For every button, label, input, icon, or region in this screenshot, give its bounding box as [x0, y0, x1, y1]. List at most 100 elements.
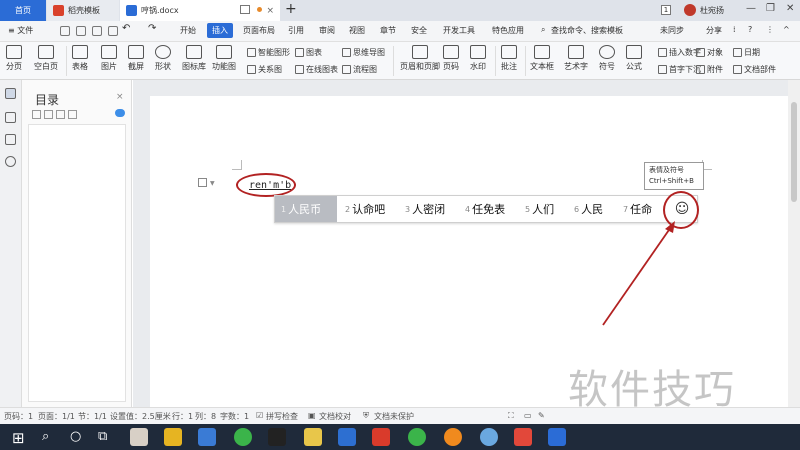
browser-icon[interactable] — [234, 428, 252, 446]
object-button[interactable]: 对象 — [696, 47, 723, 58]
status-words[interactable]: 字数：1 — [220, 411, 249, 422]
icon-library-button[interactable]: 图标库 — [182, 45, 206, 72]
drop-cap-button[interactable]: 首字下沉 — [658, 64, 701, 75]
menu-page-layout[interactable]: 页面布局 — [243, 25, 275, 36]
sync-status[interactable]: 未同步 — [660, 25, 684, 36]
chevron-down-icon[interactable]: ▼ — [210, 180, 215, 187]
status-row[interactable]: 行：1 — [172, 411, 193, 422]
app-icon[interactable] — [444, 428, 462, 446]
status-position[interactable]: 设置值：2.5厘米 — [110, 411, 171, 422]
print-icon[interactable] — [92, 26, 102, 36]
menu-security[interactable]: 安全 — [411, 25, 427, 36]
close-icon[interactable]: × — [116, 92, 124, 102]
edit-icon[interactable]: ✎ — [538, 411, 545, 420]
minimize-icon[interactable]: — — [746, 3, 756, 14]
date-button[interactable]: 日期 — [733, 47, 760, 58]
symbol-button[interactable]: 符号 — [599, 45, 615, 72]
collapse-ribbon-icon[interactable]: ^ — [783, 25, 790, 34]
status-section[interactable]: 节：1/1 — [78, 411, 107, 422]
formula-button[interactable]: 公式 — [626, 45, 642, 72]
status-proof[interactable]: 文档校对 — [319, 411, 351, 422]
user-name[interactable]: 杜宛扬 — [700, 5, 724, 16]
app-icon[interactable] — [514, 428, 532, 446]
candidate-item[interactable]: 2 认命吧 — [345, 196, 385, 222]
candidate-item[interactable]: 1 人民币 — [275, 196, 337, 222]
attachment-button[interactable]: 附件 — [696, 64, 723, 75]
share-button[interactable]: 分享 — [706, 25, 722, 36]
window-count-badge[interactable]: 1 — [661, 5, 671, 15]
screenshot-button[interactable]: 截屏 — [128, 45, 144, 72]
undo-icon[interactable]: ↶ — [122, 23, 130, 34]
collapse-icon[interactable] — [44, 110, 53, 119]
search-icon[interactable]: ⌕ — [42, 429, 49, 444]
header-footer-button[interactable]: 页眉和页脚 — [400, 45, 440, 72]
page-number-button[interactable]: 页码 — [443, 45, 459, 72]
monitor-icon[interactable] — [240, 5, 250, 14]
find-icon[interactable] — [5, 156, 16, 167]
doc-parts-button[interactable]: 文档部件 — [733, 64, 776, 75]
search-icon[interactable]: ⌕ — [541, 25, 545, 35]
wps-icon[interactable] — [548, 428, 566, 446]
menu-view[interactable]: 视图 — [349, 25, 365, 36]
file-menu[interactable]: ≡ 文件 — [8, 25, 33, 36]
remove-heading-icon[interactable] — [68, 110, 77, 119]
shape-button[interactable]: 形状 — [155, 45, 171, 72]
layout-icon[interactable]: ▭ — [524, 411, 532, 420]
cortana-icon[interactable]: ○ — [70, 429, 81, 444]
avatar[interactable] — [684, 4, 696, 16]
vertical-scrollbar[interactable] — [788, 80, 800, 407]
app-icon[interactable] — [372, 428, 390, 446]
menu-start[interactable]: 开始 — [180, 25, 196, 36]
candidate-item[interactable]: 5 人们 — [525, 196, 554, 222]
mind-map-button[interactable]: 思维导图 — [342, 47, 385, 58]
smart-outline-icon[interactable] — [115, 109, 125, 117]
qq-icon[interactable] — [268, 428, 286, 446]
page-thumbnail-icon[interactable] — [5, 112, 16, 123]
menu-reference[interactable]: 引用 — [288, 25, 304, 36]
candidate-item[interactable]: 4 任免表 — [465, 196, 505, 222]
flowchart-button[interactable]: 流程图 — [342, 64, 377, 75]
windows-start-icon[interactable]: ⊞ — [12, 429, 25, 447]
redo-icon[interactable]: ↷ — [148, 23, 156, 34]
proof-icon[interactable]: ▣ — [308, 411, 316, 420]
help-icon[interactable]: ? — [748, 25, 752, 34]
smart-graphic-button[interactable]: 智能图形 — [247, 47, 290, 58]
wechat-icon[interactable] — [408, 428, 426, 446]
task-view-icon[interactable]: ⧉ — [98, 429, 107, 444]
page-break-button[interactable]: 分页 — [6, 45, 22, 72]
close-tab-icon[interactable]: × — [266, 6, 274, 16]
table-button[interactable]: 表格 — [72, 45, 88, 72]
more-options-icon[interactable]: ⋮ — [766, 25, 774, 34]
status-pages[interactable]: 页面：1/1 — [38, 411, 75, 422]
spell-check-icon[interactable]: ☑ — [256, 411, 263, 420]
scrollbar-thumb[interactable] — [791, 102, 797, 202]
more-icon[interactable]: ⁞ — [733, 25, 736, 34]
menu-review[interactable]: 审阅 — [319, 25, 335, 36]
menu-special[interactable]: 特色应用 — [492, 25, 524, 36]
comment-button[interactable]: 批注 — [501, 45, 517, 72]
app-icon[interactable] — [304, 428, 322, 446]
save-icon[interactable] — [60, 26, 70, 36]
expand-icon[interactable] — [32, 110, 41, 119]
pinwheel-app-icon[interactable] — [130, 428, 148, 446]
insert-number-button[interactable]: 插入数字 — [658, 47, 701, 58]
app-icon[interactable] — [338, 428, 356, 446]
new-tab-button[interactable]: + — [285, 1, 297, 17]
fullscreen-icon[interactable]: ⛶ — [508, 411, 514, 421]
function-chart-button[interactable]: 功能图 — [212, 45, 236, 72]
outline-icon[interactable] — [5, 88, 16, 99]
menu-dev-tools[interactable]: 开发工具 — [443, 25, 475, 36]
file-explorer-icon[interactable] — [164, 428, 182, 446]
chart-button[interactable]: 图表 — [295, 47, 322, 58]
paragraph-icon[interactable] — [198, 178, 207, 187]
status-spell[interactable]: 拼写检查 — [266, 411, 298, 422]
online-chart-button[interactable]: 在线图表 — [295, 64, 338, 75]
relation-chart-button[interactable]: 关系图 — [247, 64, 282, 75]
menu-chapter[interactable]: 章节 — [380, 25, 396, 36]
close-window-icon[interactable]: ✕ — [786, 3, 794, 14]
menu-insert[interactable]: 插入 — [207, 23, 233, 38]
picture-button[interactable]: 图片 — [101, 45, 117, 72]
textbox-button[interactable]: 文本框 — [530, 45, 554, 72]
app-icon[interactable] — [480, 428, 498, 446]
export-icon[interactable] — [76, 26, 86, 36]
